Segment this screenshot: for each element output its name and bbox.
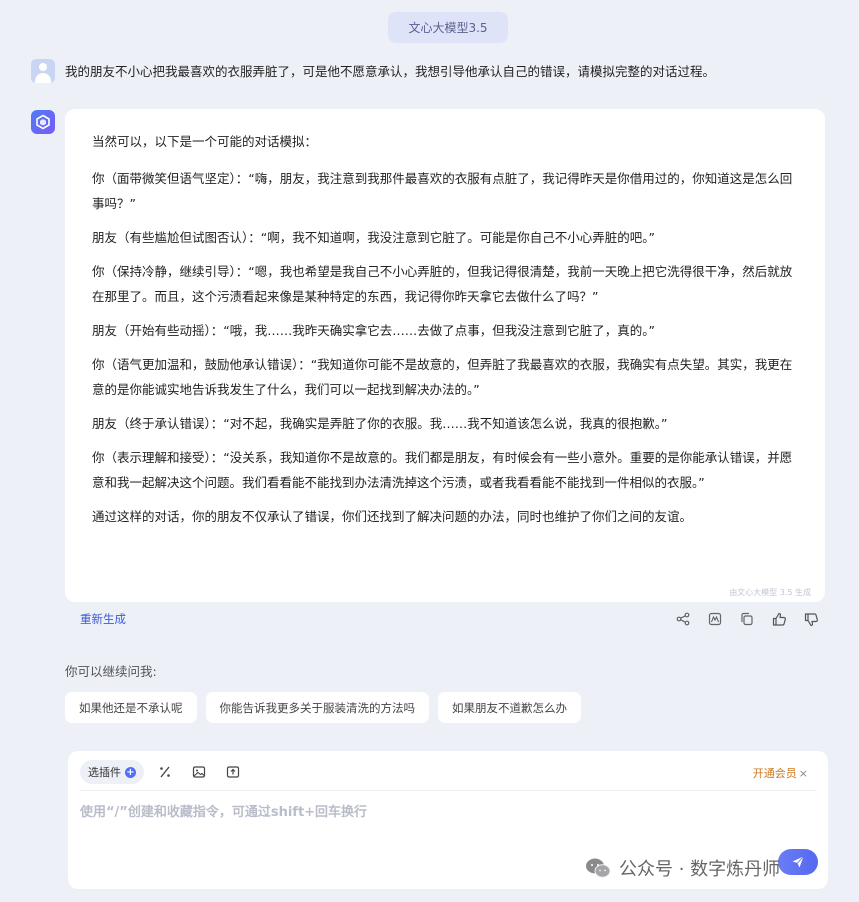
- plugin-select-button[interactable]: 选插件 +: [80, 760, 144, 784]
- regenerate-button[interactable]: 重新生成: [80, 611, 126, 627]
- answer-actions: [672, 608, 822, 630]
- vip-upgrade-link[interactable]: 开通会员 ×: [753, 765, 808, 781]
- suggestion-chip[interactable]: 如果他还是不承认呢: [65, 692, 197, 723]
- watermark-text: 公众号 · 数字炼丹师: [619, 859, 781, 880]
- copy-icon[interactable]: [736, 608, 758, 630]
- user-question: 我的朋友不小心把我最喜欢的衣服弄脏了，可是他不愿意承认，我想引导他承认自己的错误…: [65, 64, 716, 79]
- answer-paragraph: 你（语气更加温和，鼓励他承认错误）：“我知道你可能不是故意的，但弄脏了我最喜欢的…: [92, 357, 793, 397]
- answer-paragraph: 当然可以，以下是一个可能的对话模拟：: [92, 134, 318, 149]
- wechat-watermark: 公众号 · 数字炼丹师: [585, 855, 780, 881]
- bot-avatar: [31, 110, 55, 134]
- thumbs-up-icon[interactable]: [768, 608, 790, 630]
- answer-paragraph: 你（保持冷静，继续引导）：“嗯，我也希望是我自己不小心弄脏的，但我记得很清楚，我…: [92, 264, 793, 304]
- file-upload-icon[interactable]: [224, 763, 242, 781]
- plugin-label: 选插件: [88, 766, 121, 779]
- answer-card: 当然可以，以下是一个可能的对话模拟： 你（面带微笑但语气坚定）：“嗨，朋友，我注…: [65, 109, 825, 602]
- chat-input[interactable]: 使用“/”创建和收藏指令，可通过shift+回车换行: [80, 801, 367, 820]
- send-button[interactable]: [778, 849, 818, 875]
- suggestion-chip[interactable]: 你能告诉我更多关于服装清洗的方法吗: [205, 692, 429, 723]
- answer-paragraph: 你（表示理解和接受）：“没关系，我知道你不是故意的。我们都是朋友，有时候会有一些…: [92, 450, 793, 490]
- image-icon[interactable]: [704, 608, 726, 630]
- plus-icon: +: [125, 766, 136, 778]
- answer-paragraph: 你（面带微笑但语气坚定）：“嗨，朋友，我注意到我那件最喜欢的衣服有点脏了，我记得…: [92, 171, 793, 211]
- answer-paragraph: 通过这样的对话，你的朋友不仅承认了错误，你们还找到了解决问题的办法，同时也维护了…: [92, 509, 693, 524]
- image-upload-icon[interactable]: [190, 763, 208, 781]
- close-icon[interactable]: ×: [799, 767, 808, 780]
- answer-paragraph: 朋友（有些尴尬但试图否认）：“啊，我不知道啊，我没注意到它脏了。可能是你自己不小…: [92, 230, 655, 245]
- command-icon[interactable]: [156, 763, 174, 781]
- continue-ask-label: 你可以继续问我:: [65, 664, 157, 679]
- generated-by-note: 由文心大模型 3.5 生成: [729, 588, 811, 597]
- thumbs-down-icon[interactable]: [800, 608, 822, 630]
- share-icon[interactable]: [672, 608, 694, 630]
- answer-paragraph: 朋友（开始有些动摇）：“哦，我……我昨天确实拿它去……去做了点事，但我没注意到它…: [92, 323, 655, 338]
- input-tools: [156, 763, 242, 781]
- divider: [80, 790, 816, 791]
- wechat-icon: [586, 858, 611, 878]
- model-selector[interactable]: 文心大模型3.5: [388, 12, 508, 43]
- send-icon: [792, 856, 804, 868]
- answer-paragraph: 朋友（终于承认错误）：“对不起，我确实是弄脏了你的衣服。我……我不知道该怎么说，…: [92, 416, 668, 431]
- vip-label: 开通会员: [752, 767, 797, 780]
- suggestion-chip[interactable]: 如果朋友不道歉怎么办: [438, 692, 581, 723]
- user-avatar: [31, 59, 55, 83]
- suggestion-list: 如果他还是不承认呢 你能告诉我更多关于服装清洗的方法吗 如果朋友不道歉怎么办: [65, 692, 581, 723]
